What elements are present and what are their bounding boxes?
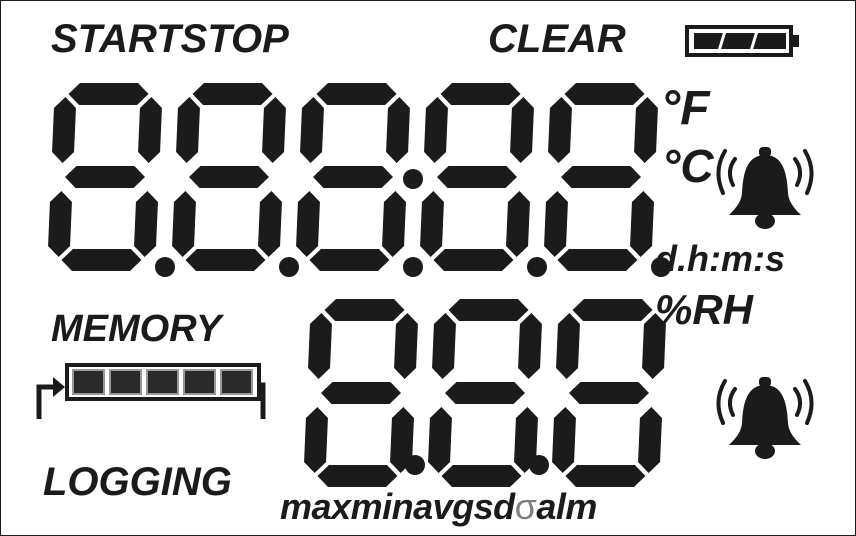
main-digit-4-seg-d [433, 249, 514, 271]
secondary-digit-2-seg-a [448, 299, 529, 321]
secondary-digit-1-seg-f [308, 313, 332, 379]
main-digit-1-seg-f [52, 97, 76, 163]
secondary-decimal-point-1 [405, 455, 425, 475]
loop-arrow-icon [36, 384, 53, 419]
stat-avg: avg [413, 486, 474, 527]
main-digit-1-seg-c [134, 191, 158, 257]
secondary-digit-3-seg-d [565, 465, 646, 487]
main-digit-3-seg-g [313, 166, 393, 188]
stat-alm: alm [536, 486, 597, 527]
secondary-digit-2-seg-b [518, 313, 542, 379]
memory-segment [183, 369, 216, 395]
main-digit-3-seg-e [296, 191, 320, 257]
main-digit-3-seg-c [382, 191, 406, 257]
logging-label: LOGGING [43, 460, 232, 504]
secondary-digit-2-seg-e [428, 407, 452, 473]
secondary-digit-1-seg-d [317, 465, 398, 487]
memory-bar [36, 363, 266, 419]
memory-label: MEMORY [51, 308, 222, 350]
main-digit-4-seg-c [506, 191, 530, 257]
main-digit-5-seg-b [634, 97, 658, 163]
secondary-digit-2-seg-g [445, 382, 525, 404]
main-digit-3-seg-d [309, 249, 390, 271]
main-digit-5-seg-a [564, 83, 645, 105]
stat-sd: sd [473, 486, 516, 527]
main-digit-5-seg-f [548, 97, 572, 163]
secondary-digit-3-seg-g [569, 382, 649, 404]
fahrenheit-unit: °F [661, 82, 710, 135]
main-digit-4-seg-a [440, 83, 521, 105]
main-digit-5-seg-e [544, 191, 568, 257]
main-digit-1-seg-a [68, 83, 149, 105]
lcd-display: STARTSTOP CLEAR °F °C d.h:m:s %RH MEMORY… [0, 0, 856, 536]
main-colon-dot [403, 169, 423, 189]
secondary-digit-3-seg-c [638, 407, 662, 473]
secondary-digit-2-seg-f [432, 313, 456, 379]
stat-sigma: σ [514, 486, 537, 527]
main-digit-2-seg-d [185, 249, 266, 271]
main-decimal-point-2 [279, 257, 299, 277]
main-digit-5-seg-g [561, 166, 641, 188]
main-digit-1-seg-e [48, 191, 72, 257]
time-unit: d.h:m:s [655, 238, 785, 279]
main-digit-2-seg-g [189, 166, 269, 188]
main-digit-1-seg-g [65, 166, 145, 188]
main-digit-2-seg-e [172, 191, 196, 257]
alarm-bell-icon [716, 377, 814, 459]
secondary-digit-2-seg-d [441, 465, 522, 487]
secondary-digit-1-seg-b [394, 313, 418, 379]
main-digit-1-seg-d [61, 249, 142, 271]
memory-segment [220, 369, 253, 395]
stat-max: max [280, 486, 351, 527]
memory-segment [146, 369, 179, 395]
main-digit-3-seg-f [300, 97, 324, 163]
main-digit-1-seg-b [138, 97, 162, 163]
humidity-unit: %RH [655, 286, 754, 333]
secondary-digit-3-seg-e [552, 407, 576, 473]
main-digit-2-seg-b [262, 97, 286, 163]
memory-segment [72, 369, 105, 395]
main-digit-3-seg-a [316, 83, 397, 105]
secondary-digit-3-seg-a [572, 299, 653, 321]
celsius-unit: °C [662, 140, 714, 192]
main-digit-5-seg-d [557, 249, 638, 271]
secondary-digit-3-seg-f [556, 313, 580, 379]
main-decimal-point-3 [403, 257, 423, 277]
main-digit-4-seg-g [437, 166, 517, 188]
secondary-decimal-point-2 [529, 455, 549, 475]
stats-labels: maxminavgsdσalm [280, 489, 597, 525]
main-digit-5-seg-c [630, 191, 654, 257]
alarm-bell-icon [716, 147, 814, 229]
main-digit-2-seg-c [258, 191, 282, 257]
main-digit-4-seg-f [424, 97, 448, 163]
stat-min: min [350, 486, 414, 527]
memory-segment [109, 369, 142, 395]
main-digit-3-seg-b [386, 97, 410, 163]
secondary-digit-1-seg-g [321, 382, 401, 404]
main-decimal-point-1 [155, 257, 175, 277]
main-decimal-point-4 [527, 257, 547, 277]
main-digit-4-seg-e [420, 191, 444, 257]
main-digit-2-seg-a [192, 83, 273, 105]
secondary-digit-1-seg-e [304, 407, 328, 473]
main-digit-4-seg-b [510, 97, 534, 163]
main-digit-2-seg-f [176, 97, 200, 163]
secondary-digit-1-seg-a [324, 299, 405, 321]
